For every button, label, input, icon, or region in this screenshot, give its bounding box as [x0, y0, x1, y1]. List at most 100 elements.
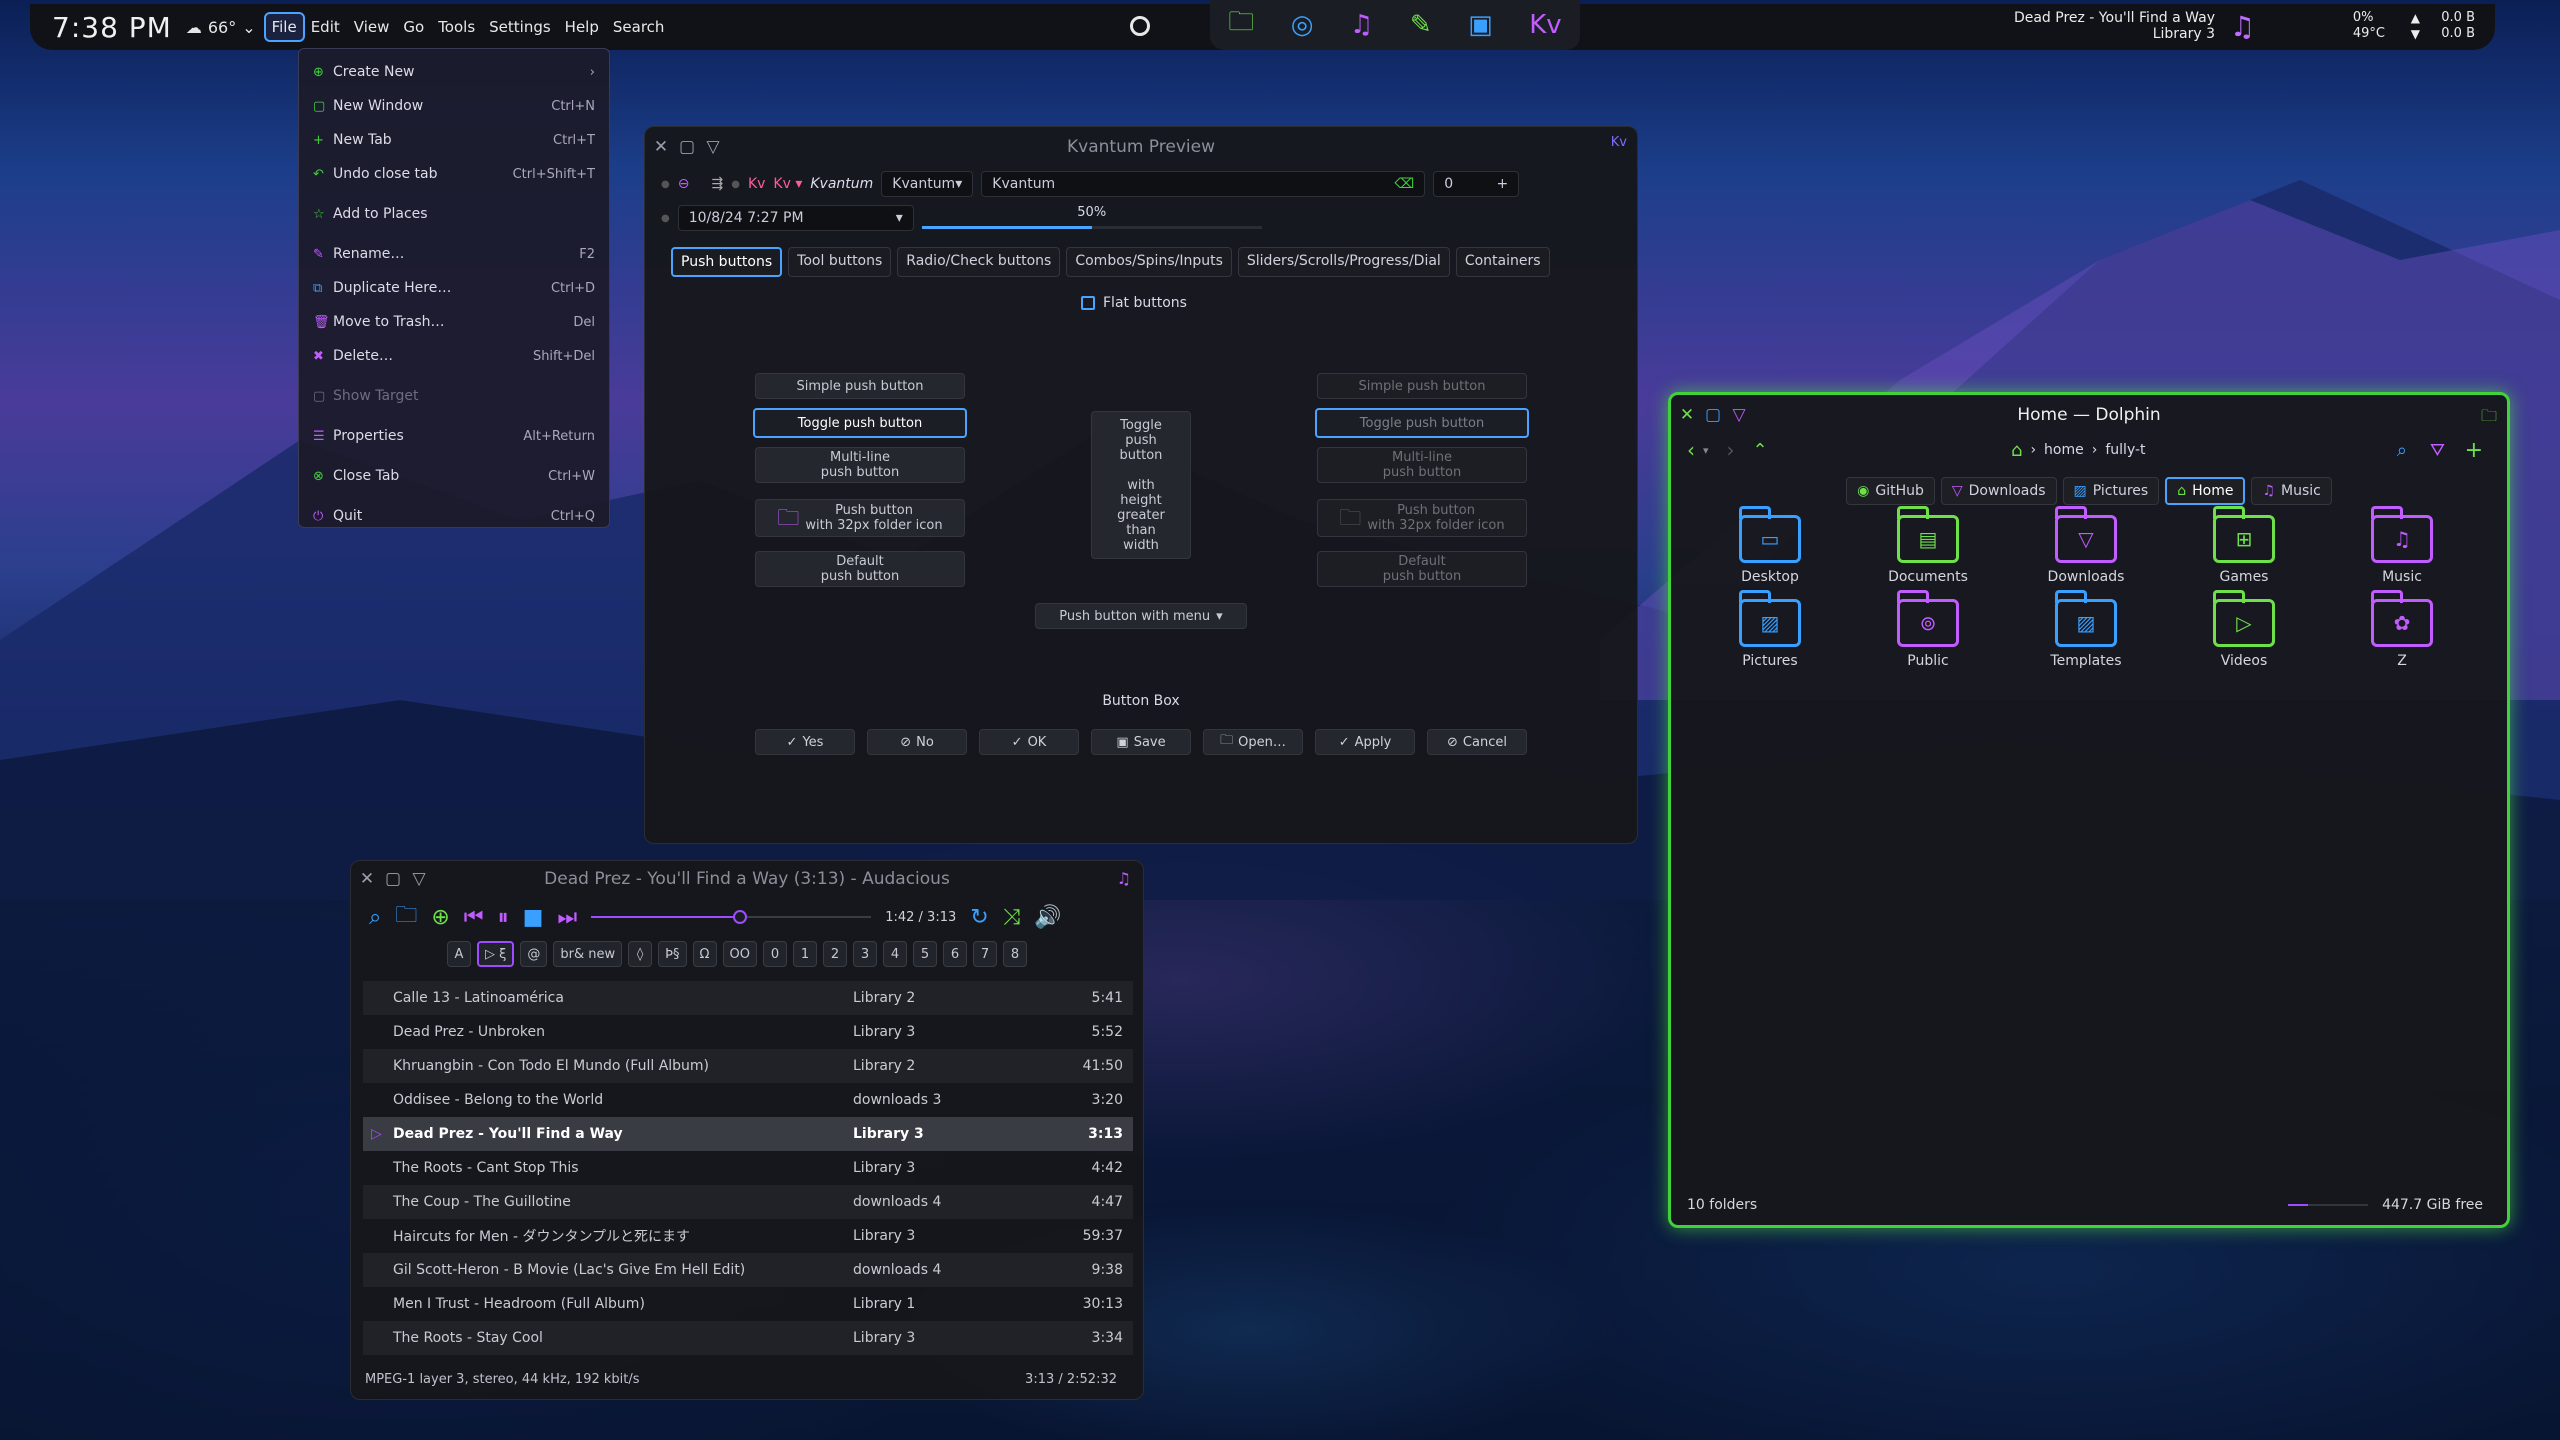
clock[interactable]: 7:38 PM	[52, 11, 172, 44]
tab-sliders[interactable]: Sliders/Scrolls/Progress/Dial	[1237, 247, 1450, 277]
menu-item-duplicate[interactable]: ⧉ Duplicate Here… Ctrl+D	[299, 271, 609, 305]
menu-item-create-new[interactable]: ⊕ Create New ›	[299, 55, 609, 89]
search-icon[interactable]: ⌕	[369, 905, 381, 930]
playlist-row[interactable]: Dead Prez - Unbroken Library 3 5:52	[363, 1015, 1133, 1049]
menu-item-delete[interactable]: ✖ Delete… Shift+Del	[299, 339, 609, 373]
menu-settings[interactable]: Settings	[483, 14, 557, 40]
folder-templates[interactable]: ▨ Templates	[2007, 590, 2165, 669]
playlist-tab[interactable]: 1	[792, 941, 817, 967]
playlist-tab-active[interactable]: ▷ ξ	[477, 941, 515, 967]
playlist-tab[interactable]: @	[520, 941, 548, 967]
playlist-tab[interactable]: 6	[942, 941, 967, 967]
folder-games[interactable]: ⊞ Games	[2165, 506, 2323, 585]
volume-icon[interactable]: 🔊	[1034, 905, 1061, 930]
clear-icon[interactable]: ⌫	[1394, 176, 1414, 192]
place-music[interactable]: ♫ Music	[2251, 477, 2332, 505]
weather-widget[interactable]: ☁ 66° ⌄	[186, 18, 256, 37]
minimize-icon[interactable]: ▽	[703, 137, 723, 157]
folder-push-button[interactable]: 🗀 Push button with 32px folder icon	[755, 499, 965, 537]
menu-help[interactable]: Help	[559, 14, 605, 40]
folder-public[interactable]: ⊚ Public	[1849, 590, 2007, 669]
menu-tools[interactable]: Tools	[432, 14, 481, 40]
network-speed[interactable]: 0.0 B 0.0 B	[2441, 10, 2475, 42]
playlist-tab[interactable]: 4	[882, 941, 907, 967]
folder-music[interactable]: ♫ Music	[2323, 506, 2481, 585]
forward-icon[interactable]: ›	[1727, 438, 1735, 462]
breadcrumb-home[interactable]: home	[2044, 442, 2084, 458]
up-icon[interactable]: ⌃	[1753, 440, 1768, 461]
playlist-row-current[interactable]: ▷ Dead Prez - You'll Find a Way Library 3 3…	[363, 1117, 1133, 1151]
titlebar[interactable]: ✕ ▢ ▽ Kvantum Preview Kv	[645, 127, 1637, 167]
menu-item-quit[interactable]: ⏻ Quit Ctrl+Q	[299, 499, 609, 533]
line-edit[interactable]: Kvantum ⌫	[981, 171, 1426, 197]
playlist-tab[interactable]: Þ§	[658, 941, 687, 967]
menu-file[interactable]: File	[263, 12, 305, 42]
playlist-row[interactable]: Gil Scott-Heron - B Movie (Lac's Give Em…	[363, 1253, 1133, 1287]
simple-push-button[interactable]: Simple push button	[755, 373, 965, 399]
place-home[interactable]: ⌂ Home	[2165, 477, 2246, 505]
maximize-icon[interactable]: ▢	[677, 137, 697, 157]
seek-handle[interactable]	[732, 910, 747, 924]
playlist-tab[interactable]: Ω	[692, 941, 717, 967]
playlist-tab[interactable]: 2	[822, 941, 847, 967]
playlist-row[interactable]: Khruangbin - Con Todo El Mundo (Full Alb…	[363, 1049, 1133, 1083]
playlist-row[interactable]: Oddisee - Belong to the World downloads 3…	[363, 1083, 1133, 1117]
menu-item-new-window[interactable]: ▢ New Window Ctrl+N	[299, 89, 609, 123]
menu-edit[interactable]: Edit	[305, 14, 346, 40]
playlist-row[interactable]: The Roots - Cant Stop This Library 3 4:42	[363, 1151, 1133, 1185]
playlist-row[interactable]: The Coup - The Guillotine downloads 4 4:47	[363, 1185, 1133, 1219]
tab-push-buttons[interactable]: Push buttons	[671, 247, 783, 277]
titlebar[interactable]: ✕ ▢ ▽ Home — Dolphin 🗀	[1671, 395, 2507, 435]
open-button[interactable]: 🗀 Open…	[1203, 729, 1303, 755]
shuffle-icon[interactable]: ⤨	[1003, 905, 1021, 930]
back-icon[interactable]: ‹	[1687, 438, 1695, 462]
playlist-tab[interactable]: 5	[912, 941, 937, 967]
stop-icon[interactable]: ■	[523, 905, 544, 930]
close-icon[interactable]: ✕	[1677, 405, 1697, 425]
flat-buttons-checkbox[interactable]: Flat buttons	[1081, 295, 1187, 311]
terminal-task-icon[interactable]: ▣	[1468, 10, 1493, 40]
place-downloads[interactable]: ▽ Downloads	[1940, 477, 2057, 505]
chevron-down-icon[interactable]: ⌄	[242, 18, 255, 37]
now-playing[interactable]: Dead Prez - You'll Find a Way Library 3	[2014, 10, 2215, 42]
playlist-tab[interactable]: br& new	[553, 941, 623, 967]
apply-button[interactable]: ✓ Apply	[1315, 729, 1415, 755]
chevron-down-icon[interactable]: ▾	[1703, 444, 1709, 457]
kvantum-icon[interactable]: Kv	[748, 176, 765, 192]
playlist-tab[interactable]: OO	[722, 941, 757, 967]
toggle-push-button[interactable]: Toggle push button	[753, 408, 967, 438]
folder-desktop[interactable]: ▭ Desktop	[1691, 506, 1849, 585]
filter-icon[interactable]: ⛛	[2430, 440, 2445, 461]
multiline-push-button[interactable]: Multi-line push button	[755, 447, 965, 483]
playlist-tab[interactable]: 7	[972, 941, 997, 967]
titlebar[interactable]: ✕ ▢ ▽ Dead Prez - You'll Find a Way (3:1…	[351, 861, 1143, 897]
playlist-row[interactable]: Men I Trust - Headroom (Full Album) Libra…	[363, 1287, 1133, 1321]
audacious-task-icon[interactable]: ♫	[1350, 10, 1373, 40]
spin-box[interactable]: 0 +	[1433, 171, 1520, 197]
no-button[interactable]: ⊘ No	[867, 729, 967, 755]
menu-item-move-to-trash[interactable]: 🗑 Move to Trash… Del	[299, 305, 609, 339]
tab-combos[interactable]: Combos/Spins/Inputs	[1066, 247, 1232, 277]
tool-icon[interactable]: ⇶	[711, 176, 723, 192]
menu-view[interactable]: View	[348, 14, 396, 40]
home-icon[interactable]: ⌂	[2011, 440, 2022, 461]
close-icon[interactable]: ✕	[651, 137, 671, 157]
playlist-tab[interactable]: 3	[852, 941, 877, 967]
folder-documents[interactable]: ▤ Documents	[1849, 506, 2007, 585]
seek-slider[interactable]	[591, 909, 872, 925]
add-icon[interactable]: ⊕	[431, 905, 449, 930]
add-icon[interactable]: +	[2465, 438, 2483, 463]
folder-z[interactable]: ✿ Z	[2323, 590, 2481, 669]
place-pictures[interactable]: ▨ Pictures	[2062, 477, 2160, 505]
tall-toggle-button[interactable]: Toggle push button with height greater t…	[1091, 411, 1191, 559]
minimize-icon[interactable]: ▽	[409, 869, 429, 889]
menu-item-undo-close-tab[interactable]: ↶ Undo close tab Ctrl+Shift+T	[299, 157, 609, 191]
search-icon[interactable]: ⌕	[2397, 440, 2407, 461]
kvantum-menu-icon[interactable]: Kv ▾	[773, 176, 802, 192]
maximize-icon[interactable]: ▢	[383, 869, 403, 889]
pause-icon[interactable]: ⏸	[498, 905, 509, 930]
default-push-button[interactable]: Default push button	[755, 551, 965, 587]
system-stats[interactable]: 0% 49°C	[2353, 10, 2385, 42]
playlist-row[interactable]: Haircuts for Men - ダウンタンプルと死にます Library 3…	[363, 1219, 1133, 1253]
ok-button[interactable]: ✓ OK	[979, 729, 1079, 755]
